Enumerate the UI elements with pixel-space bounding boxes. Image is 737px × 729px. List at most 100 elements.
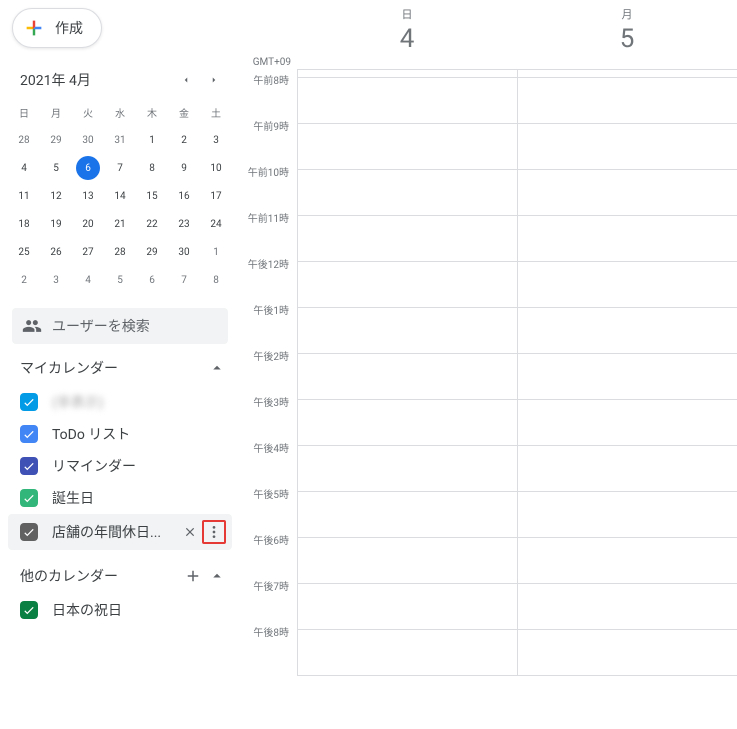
hour-cell[interactable]: [517, 170, 737, 216]
minical-day[interactable]: 20: [72, 210, 104, 238]
calendar-checkbox[interactable]: [20, 425, 38, 443]
calendar-checkbox[interactable]: [20, 393, 38, 411]
day-header-mon[interactable]: 月 5: [517, 0, 737, 70]
minical-day[interactable]: 23: [168, 210, 200, 238]
hour-cell[interactable]: [297, 170, 517, 216]
hour-cell[interactable]: [297, 584, 517, 630]
day-header-row: GMT+09 日 4 月 5: [241, 0, 737, 70]
remove-calendar-button[interactable]: [180, 522, 200, 542]
day-header-sun[interactable]: 日 4: [297, 0, 517, 70]
calendar-checkbox[interactable]: [20, 489, 38, 507]
calendar-checkbox[interactable]: [20, 457, 38, 475]
minical-day[interactable]: 26: [40, 238, 72, 266]
hour-cell[interactable]: [517, 446, 737, 492]
hour-cell[interactable]: [297, 492, 517, 538]
minical-day[interactable]: 15: [136, 182, 168, 210]
calendar-checkbox[interactable]: [20, 601, 38, 619]
hour-grid[interactable]: 午前7時午前8時午前9時午前10時午前11時午後12時午後1時午後2時午後3時午…: [241, 70, 737, 676]
hour-cell[interactable]: [297, 70, 517, 78]
hour-cell[interactable]: [297, 308, 517, 354]
add-icon[interactable]: [184, 567, 202, 585]
hour-cell[interactable]: [297, 354, 517, 400]
minical-header: 2021年 4月: [8, 60, 232, 96]
minical-day[interactable]: 3: [200, 126, 232, 154]
calendar-label: (非表示): [52, 392, 226, 412]
minical-day[interactable]: 24: [200, 210, 232, 238]
hour-cell[interactable]: [297, 400, 517, 446]
minical-day[interactable]: 29: [40, 126, 72, 154]
calendar-item[interactable]: (非表示): [8, 386, 232, 418]
minical-day[interactable]: 27: [72, 238, 104, 266]
prev-month-button[interactable]: [174, 68, 198, 92]
hour-cell[interactable]: [517, 262, 737, 308]
minical-day[interactable]: 5: [104, 266, 136, 294]
minical-day[interactable]: 4: [72, 266, 104, 294]
minical-day[interactable]: 13: [72, 182, 104, 210]
minical-day[interactable]: 30: [72, 126, 104, 154]
minical-day[interactable]: 31: [104, 126, 136, 154]
minical-day[interactable]: 5: [40, 154, 72, 182]
minical-day[interactable]: 17: [200, 182, 232, 210]
calendar-item[interactable]: 店舗の年間休日...: [8, 514, 232, 550]
minical-day[interactable]: 22: [136, 210, 168, 238]
minical-day[interactable]: 8: [136, 154, 168, 182]
hour-cell[interactable]: [297, 262, 517, 308]
minical-day[interactable]: 12: [40, 182, 72, 210]
minical-day[interactable]: 9: [168, 154, 200, 182]
hour-cell[interactable]: [517, 492, 737, 538]
minical-day[interactable]: 11: [8, 182, 40, 210]
hour-cell[interactable]: [517, 630, 737, 676]
minical-day[interactable]: 28: [8, 126, 40, 154]
minical-day[interactable]: 8: [200, 266, 232, 294]
hour-cell[interactable]: [517, 354, 737, 400]
minical-day[interactable]: 2: [168, 126, 200, 154]
minical-day[interactable]: 19: [40, 210, 72, 238]
minical-day[interactable]: 21: [104, 210, 136, 238]
minical-day[interactable]: 10: [200, 154, 232, 182]
hour-cell[interactable]: [517, 584, 737, 630]
dow-cell: 土: [200, 98, 232, 126]
minical-day[interactable]: 3: [40, 266, 72, 294]
minical-day[interactable]: 4: [8, 154, 40, 182]
calendar-checkbox[interactable]: [20, 523, 38, 541]
minical-day[interactable]: 16: [168, 182, 200, 210]
minical-day[interactable]: 28: [104, 238, 136, 266]
minical-day[interactable]: 30: [168, 238, 200, 266]
minical-day[interactable]: 1: [136, 126, 168, 154]
minical-day[interactable]: 29: [136, 238, 168, 266]
hour-cell[interactable]: [517, 78, 737, 124]
my-calendars-header[interactable]: マイカレンダー: [8, 344, 232, 384]
search-users-button[interactable]: ユーザーを検索: [12, 308, 228, 344]
other-calendars-header[interactable]: 他のカレンダー: [8, 552, 232, 592]
minical-day[interactable]: 7: [104, 154, 136, 182]
hour-cell[interactable]: [297, 630, 517, 676]
minical-day[interactable]: 6: [136, 266, 168, 294]
hour-cell[interactable]: [297, 216, 517, 262]
hour-cell[interactable]: [297, 124, 517, 170]
minical-day[interactable]: 1: [200, 238, 232, 266]
calendar-options-button[interactable]: [202, 520, 226, 544]
minical-day[interactable]: 6: [72, 154, 104, 182]
calendar-item[interactable]: ToDo リスト: [8, 418, 232, 450]
sidebar: 作成 2021年 4月 日月火水木金土 28293031123456789101…: [0, 0, 240, 729]
hour-cell[interactable]: [517, 216, 737, 262]
hour-cell[interactable]: [297, 538, 517, 584]
hour-cell[interactable]: [297, 446, 517, 492]
calendar-item[interactable]: リマインダー: [8, 450, 232, 482]
minical-day[interactable]: 7: [168, 266, 200, 294]
minical-day[interactable]: 25: [8, 238, 40, 266]
hour-cell[interactable]: [517, 308, 737, 354]
hour-cell[interactable]: [517, 70, 737, 78]
calendar-item[interactable]: 日本の祝日: [8, 594, 232, 626]
minical-day[interactable]: 2: [8, 266, 40, 294]
hour-cell[interactable]: [297, 78, 517, 124]
create-button[interactable]: 作成: [12, 8, 102, 48]
hour-cell[interactable]: [517, 124, 737, 170]
next-month-button[interactable]: [202, 68, 226, 92]
calendar-item[interactable]: 誕生日: [8, 482, 232, 514]
hour-cell[interactable]: [517, 400, 737, 446]
hour-cell[interactable]: [517, 538, 737, 584]
hour-label: 午前11時: [241, 210, 297, 256]
minical-day[interactable]: 18: [8, 210, 40, 238]
minical-day[interactable]: 14: [104, 182, 136, 210]
